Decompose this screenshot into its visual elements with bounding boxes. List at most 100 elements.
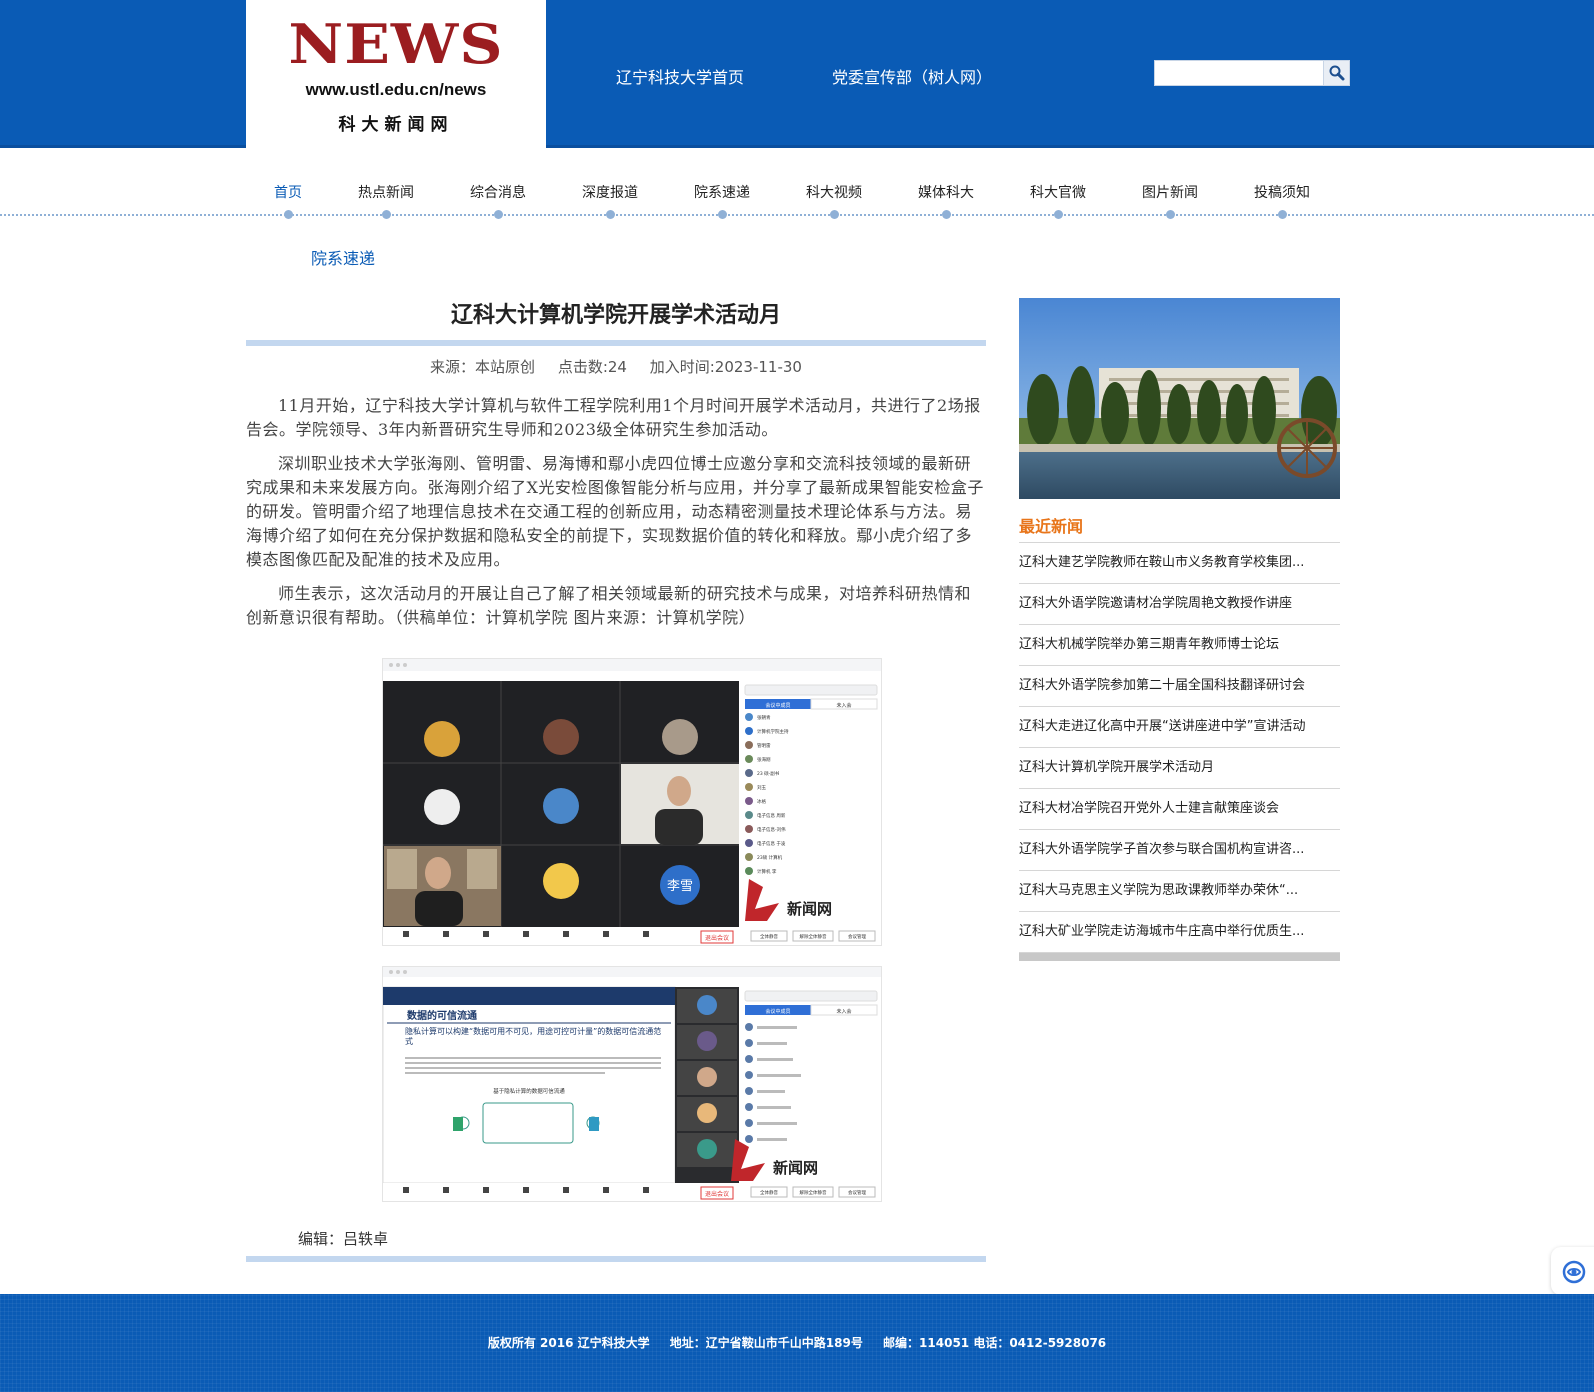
slide-caption: 基于隐私计算的数据可信流通 [493, 1087, 565, 1095]
nav-item-media[interactable]: 媒体科大 [901, 182, 991, 202]
recent-news-list: 辽科大建艺学院教师在鞍山市义务教育学校集团... 辽科大外语学院邀请材冶学院周艳… [1019, 543, 1340, 953]
article-photo-meeting: 李雪 退出会议 会议中成员 未入会 张朝青 计算机学院主持 管明雷 张海刚 23… [382, 658, 882, 946]
site-header: NEWS www.ustl.edu.cn/news 科大新闻网 辽宁科技大学首页… [0, 0, 1594, 148]
nav-item-photo-news[interactable]: 图片新闻 [1125, 182, 1215, 202]
news-list-item[interactable]: 辽科大外语学院邀请材冶学院周艳文教授作讲座 [1019, 584, 1340, 625]
news-list-item[interactable]: 辽科大马克思主义学院为思政课教师举办荣休“... [1019, 871, 1340, 912]
search-input[interactable] [1155, 61, 1323, 85]
breadcrumb[interactable]: 院系速递 [311, 245, 375, 269]
nav-item-hot-news[interactable]: 热点新闻 [341, 182, 431, 202]
news-list-item[interactable]: 辽科大走进辽化高中开展“送讲座进中学”宣讲活动 [1019, 707, 1340, 748]
svg-text:解除全体静音: 解除全体静音 [800, 933, 827, 940]
panel-tab-not-joined: 未入会 [836, 1008, 851, 1015]
svg-text:张朝青: 张朝青 [757, 714, 771, 721]
site-logo[interactable]: NEWS www.ustl.edu.cn/news 科大新闻网 [246, 0, 546, 148]
nav-dot [284, 210, 293, 219]
article-meta: 来源：本站原创 点击数:24 加入时间:2023-11-30 [246, 356, 986, 382]
nav-item-general[interactable]: 综合消息 [453, 182, 543, 202]
nav-dot [606, 210, 615, 219]
nav-item-home[interactable]: 首页 [243, 182, 333, 202]
svg-text:全体静音: 全体静音 [760, 1189, 778, 1196]
nav-dot [1166, 210, 1175, 219]
propaganda-dept-link[interactable]: 党委宣传部（树人网） [832, 64, 992, 88]
svg-text:全体静音: 全体静音 [760, 933, 778, 940]
svg-text:张海刚: 张海刚 [757, 756, 771, 763]
svg-text:电子信息-刘伟: 电子信息-刘伟 [757, 826, 786, 833]
nav-item-wechat[interactable]: 科大官微 [1013, 182, 1103, 202]
recent-news-title: 最近新闻 [1019, 513, 1340, 543]
svg-text:电子信息 周新: 电子信息 周新 [757, 812, 786, 819]
svg-text:23硕 计算机: 23硕 计算机 [757, 854, 783, 861]
news-list-item[interactable]: 辽科大矿业学院走访海城市牛庄高中举行优质生... [1019, 912, 1340, 953]
nav-item-college[interactable]: 院系速递 [677, 182, 767, 202]
news-list-item[interactable]: 辽科大外语学院学子首次参与联合国机构宣讲咨... [1019, 830, 1340, 871]
slide-screenshot: 数据的可信流通 隐私计算可以构建“数据可用不可见，用途可控可计量”的数据可信流通… [383, 967, 881, 1201]
svg-text:会议管理: 会议管理 [848, 1189, 866, 1196]
news-list-item[interactable]: 辽科大计算机学院开展学术活动月 [1019, 748, 1340, 789]
nav-item-video[interactable]: 科大视频 [789, 182, 879, 202]
news-list-item[interactable]: 辽科大外语学院参加第二十届全国科技翻译研讨会 [1019, 666, 1340, 707]
university-home-link[interactable]: 辽宁科技大学首页 [616, 64, 744, 88]
footer-address: 地址：辽宁省鞍山市千山中路189号 [669, 1336, 863, 1350]
nav-item-depth[interactable]: 深度报道 [565, 182, 655, 202]
panel-tab-in-meeting: 会议中成员 [765, 1008, 790, 1015]
article-editor: 编辑：吕轶卓 [298, 1230, 389, 1248]
nav-divider [0, 214, 1594, 216]
logo-site-name: 科大新闻网 [338, 115, 454, 135]
svg-text:管明雷: 管明雷 [757, 742, 771, 749]
svg-text:冰格: 冰格 [757, 798, 766, 805]
panel-tab-in-meeting: 会议中成员 [765, 702, 790, 709]
nav-dot [1054, 210, 1063, 219]
article-paragraph: 11月开始，辽宁科技大学计算机与软件工程学院利用1个月时间开展学术活动月，共进行… [246, 396, 981, 439]
news-list-item[interactable]: 辽科大机械学院举办第三期青年教师博士论坛 [1019, 625, 1340, 666]
logo-news-text: NEWS [288, 13, 504, 77]
svg-text:刘玉: 刘玉 [757, 784, 766, 791]
news-list-item[interactable]: 辽科大材冶学院召开党外人士建言献策座谈会 [1019, 789, 1340, 830]
article-bottom-divider [246, 1256, 986, 1262]
nav-dot [382, 210, 391, 219]
nav-dot [942, 210, 951, 219]
search-button[interactable] [1323, 61, 1349, 85]
article-paragraph: 深圳职业技术大学张海刚、管明雷、易海博和鄢小虎四位博士应邀分享和交流科技领域的最… [246, 454, 984, 569]
floating-assistant-button[interactable] [1551, 1247, 1594, 1295]
svg-text:23 硕-副书: 23 硕-副书 [757, 770, 780, 777]
article-source: 来源：本站原创 [430, 358, 536, 376]
assistant-icon [1562, 1260, 1586, 1284]
site-footer: 版权所有 2016 辽宁科技大学 地址：辽宁省鞍山市千山中路189号 邮编：11… [0, 1294, 1594, 1392]
logo-url-text: www.ustl.edu.cn/news [305, 80, 487, 99]
title-divider [246, 340, 986, 346]
sidebar-bottom-bar [1019, 953, 1340, 961]
svg-text:计算机学院主持: 计算机学院主持 [757, 728, 789, 735]
article-title: 辽科大计算机学院开展学术活动月 [450, 303, 781, 328]
svg-text:计算机 李: 计算机 李 [757, 868, 777, 875]
article-photo-slides: 数据的可信流通 隐私计算可以构建“数据可用不可见，用途可控可计量”的数据可信流通… [382, 966, 882, 1202]
photo-watermark: 新闻网 [787, 900, 832, 918]
footer-copyright: 版权所有 2016 辽宁科技大学 [487, 1336, 650, 1350]
participant-avatar-text: 李雪 [667, 879, 693, 894]
nav-dot [494, 210, 503, 219]
search-icon [1329, 65, 1345, 81]
slide-title: 数据的可信流通 [407, 1009, 477, 1022]
svg-text:会议管理: 会议管理 [848, 933, 866, 940]
campus-image [1019, 298, 1340, 499]
photo-watermark: 新闻网 [773, 1159, 818, 1177]
nav-dot [1278, 210, 1287, 219]
nav-item-submission[interactable]: 投稿须知 [1237, 182, 1327, 202]
meeting-screenshot: 李雪 退出会议 会议中成员 未入会 张朝青 计算机学院主持 管明雷 张海刚 23… [383, 659, 881, 945]
nav-dot [718, 210, 727, 219]
sidebar: 最近新闻 辽科大建艺学院教师在鞍山市义务教育学校集团... 辽科大外语学院邀请材… [1019, 298, 1340, 961]
article: 辽科大计算机学院开展学术活动月 来源：本站原创 点击数:24 加入时间:2023… [246, 296, 986, 1262]
news-list-item[interactable]: 辽科大建艺学院教师在鞍山市义务教育学校集团... [1019, 543, 1340, 584]
article-paragraph: 师生表示，这次活动月的开展让自己了解了相关领域最新的研究技术与成果，对培养科研热… [246, 584, 972, 627]
article-date: 加入时间:2023-11-30 [649, 358, 802, 376]
nav-dot [830, 210, 839, 219]
footer-contact: 邮编：114051 电话：0412-5928076 [883, 1336, 1107, 1350]
leave-meeting-button: 退出会议 [705, 934, 729, 942]
main-nav: 首页 热点新闻 综合消息 深度报道 院系速递 科大视频 媒体科大 科大官微 图片… [0, 170, 1594, 220]
campus-photo[interactable] [1019, 298, 1340, 499]
slide-subtitle: 隐私计算可以构建“数据可用不可见，用途可控可计量”的数据可信流通范式 [405, 1027, 662, 1046]
svg-text:电子信息 于凌: 电子信息 于凌 [757, 840, 786, 847]
search-box [1154, 60, 1350, 86]
panel-tab-not-joined: 未入会 [836, 702, 851, 709]
footer-info: 版权所有 2016 辽宁科技大学 地址：辽宁省鞍山市千山中路189号 邮编：11… [0, 1334, 1594, 1351]
